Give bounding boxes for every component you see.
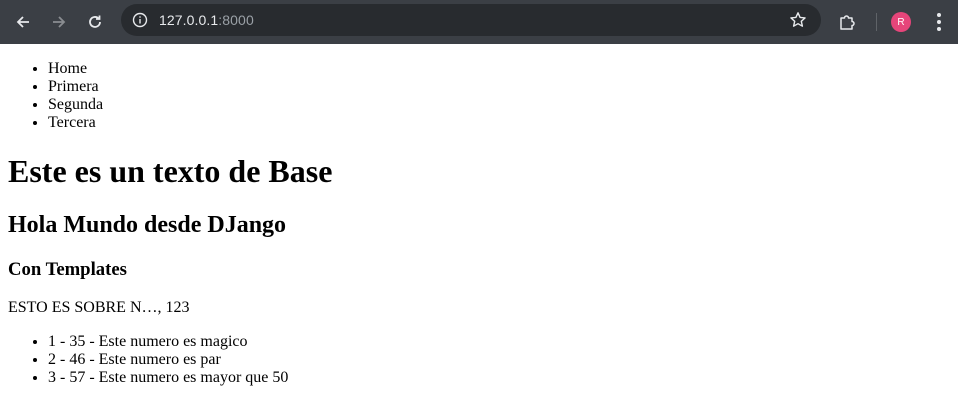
list-item: 2 - 46 - Este numero es par bbox=[48, 351, 950, 369]
bookmark-star-icon[interactable] bbox=[789, 11, 807, 34]
profile-avatar[interactable]: R bbox=[891, 12, 911, 32]
back-button[interactable] bbox=[8, 7, 38, 37]
url-text: 127.0.0.1:8000 bbox=[159, 12, 254, 28]
about-paragraph: ESTO ES SOBRE N…, 123 bbox=[8, 299, 190, 316]
section-heading: Con Templates bbox=[8, 259, 127, 280]
browser-toolbar: 127.0.0.1:8000 R bbox=[0, 0, 958, 44]
url-host: 127.0.0.1 bbox=[159, 12, 219, 28]
nav-item-tercera: Tercera bbox=[48, 114, 950, 132]
arrow-right-icon bbox=[53, 16, 66, 28]
site-info-icon[interactable] bbox=[131, 11, 149, 29]
numbers-list: 1 - 35 - Este numero es magico 2 - 46 - … bbox=[8, 333, 950, 387]
address-bar[interactable]: 127.0.0.1:8000 bbox=[121, 4, 821, 36]
page-subtitle: Hola Mundo desde DJango bbox=[8, 212, 287, 238]
toolbar-divider bbox=[876, 13, 877, 31]
page-title: Este es un texto de Base bbox=[8, 153, 333, 189]
nav-list: Home Primera Segunda Tercera bbox=[8, 60, 950, 132]
arrow-left-icon bbox=[16, 16, 29, 28]
list-item: 1 - 35 - Este numero es magico bbox=[48, 333, 950, 351]
nav-item-home: Home bbox=[48, 60, 950, 78]
toolbar-right: R bbox=[836, 0, 949, 44]
forward-button[interactable] bbox=[44, 7, 74, 37]
nav-item-primera: Primera bbox=[48, 78, 950, 96]
reload-button[interactable] bbox=[80, 7, 110, 37]
extensions-puzzle-icon[interactable] bbox=[836, 11, 858, 33]
reload-icon bbox=[89, 15, 101, 28]
page-content: Home Primera Segunda Tercera Este es un … bbox=[0, 60, 958, 387]
list-item: 3 - 57 - Este numero es mayor que 50 bbox=[48, 369, 950, 387]
nav-item-segunda: Segunda bbox=[48, 96, 950, 114]
url-port: :8000 bbox=[218, 12, 254, 28]
kebab-menu-icon[interactable] bbox=[929, 13, 949, 31]
